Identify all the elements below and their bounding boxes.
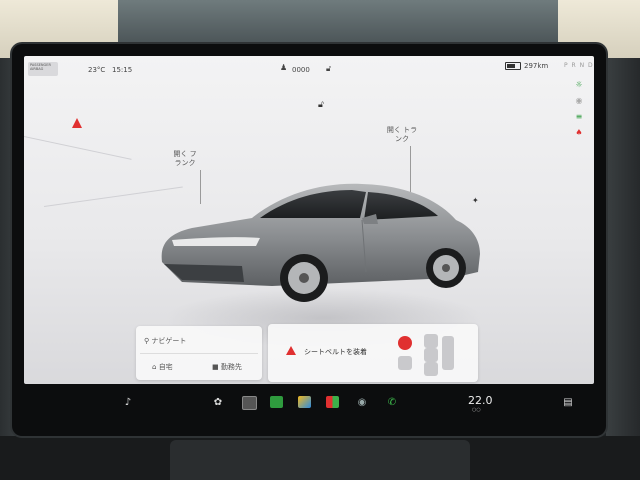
- work-icon: ■: [212, 363, 219, 371]
- center-console: [170, 440, 470, 480]
- work-label: 勤務先: [220, 363, 242, 371]
- home-label: 自宅: [158, 363, 173, 371]
- map-road: [24, 136, 132, 160]
- trunk-open-label[interactable]: 開く トランク: [386, 126, 418, 144]
- lock-icon[interactable]: 🔓︎: [326, 64, 331, 74]
- battery-level: [507, 64, 516, 68]
- phone-icon[interactable]: ✆: [384, 396, 400, 410]
- taskbar: ♪ ✿ ◉ ✆ 22.0 ○○ ▤: [24, 388, 594, 418]
- dashboard-right: [606, 58, 640, 480]
- navigate-search[interactable]: ⚲ ナビゲート: [144, 336, 186, 346]
- seat-rear-right: [424, 362, 438, 376]
- fog-light-icon: ≡: [575, 112, 583, 121]
- camera-icon[interactable]: ◉: [354, 396, 370, 410]
- seat-third-row: [442, 336, 454, 370]
- seatbelt-icon: ♠: [575, 128, 583, 137]
- volume-icon[interactable]: ♪: [120, 396, 136, 410]
- touchscreen: PASSENGER AIRBAG 23°C 15:15 ♟ 0000 🔓︎ 29…: [24, 56, 594, 384]
- car-lock-icon[interactable]: 🔓︎: [318, 100, 324, 110]
- auto-high-beam-icon: ◉: [575, 96, 583, 105]
- work-shortcut[interactable]: ■ 勤務先: [212, 362, 242, 372]
- seatbelt-alert-message: シートベルトを装着: [304, 348, 367, 356]
- range-readout: 297km: [524, 62, 549, 70]
- seat-rear-center: [424, 348, 438, 362]
- home-shortcut[interactable]: ⌂ 自宅: [152, 362, 173, 372]
- glovebox-icon[interactable]: [242, 396, 257, 410]
- profile-name[interactable]: 0000: [292, 66, 310, 74]
- seatbelt-alert-card[interactable]: シートベルトを装着: [268, 324, 478, 382]
- climate-arrows[interactable]: ○○: [472, 407, 481, 413]
- climate-temperature[interactable]: 22.0: [468, 394, 493, 407]
- navigation-card: ⚲ ナビゲート ⌂ 自宅 ■ 勤務先: [136, 326, 262, 380]
- battery-icon: [505, 62, 521, 70]
- seat-rear-left: [424, 334, 438, 348]
- passenger-airbag-indicator: PASSENGER AIRBAG: [28, 62, 58, 76]
- seat-front-right: [398, 356, 412, 370]
- energy-app-icon[interactable]: [270, 396, 283, 408]
- fan-icon[interactable]: ✿: [210, 396, 226, 410]
- car-illustration: [161, 183, 481, 302]
- games-app-icon[interactable]: [298, 396, 311, 408]
- divider: [140, 353, 258, 354]
- profile-icon[interactable]: ♟: [280, 63, 287, 72]
- navigate-placeholder: ナビゲート: [151, 337, 187, 345]
- apps-icon[interactable]: [326, 396, 339, 408]
- seat-heater-icon[interactable]: ▤: [560, 396, 576, 410]
- seat-occupancy-map: [380, 330, 468, 376]
- headlight-icon: ☼: [575, 80, 583, 89]
- home-icon: ⌂: [152, 363, 157, 371]
- background-window: [118, 0, 558, 46]
- gear-indicator: P R N D: [564, 62, 594, 69]
- clock: 15:15: [112, 66, 133, 74]
- outside-temperature: 23°C: [88, 66, 106, 74]
- warning-icon: [286, 346, 296, 355]
- seat-front-left-alert: [398, 336, 412, 350]
- status-bar: PASSENGER AIRBAG 23°C 15:15 ♟ 0000 🔓︎ 29…: [24, 56, 594, 78]
- search-icon: ⚲: [144, 337, 150, 345]
- location-arrow-icon: [72, 118, 82, 128]
- car-render[interactable]: [152, 154, 492, 304]
